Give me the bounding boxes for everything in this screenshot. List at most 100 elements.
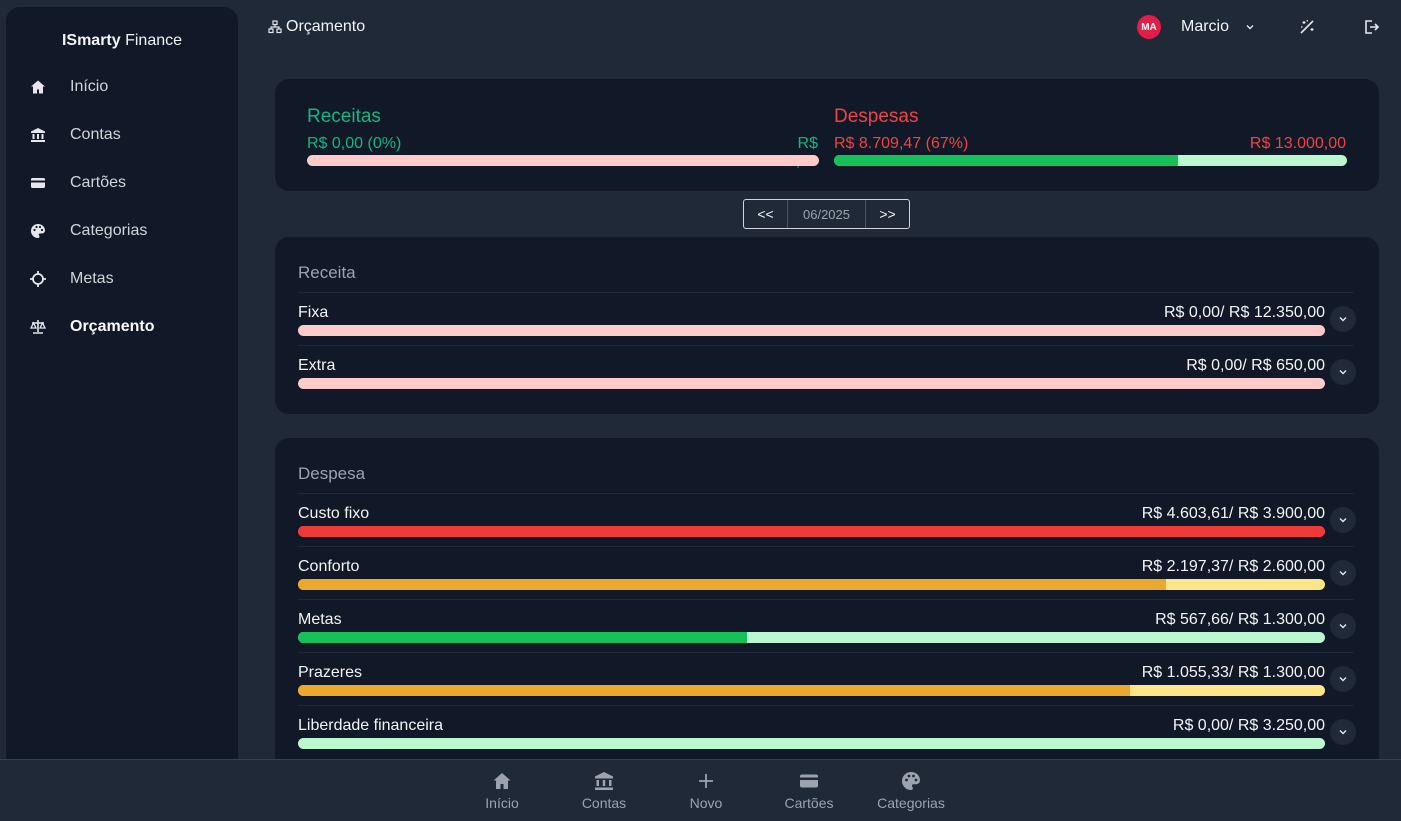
sidebar-item-orcamento[interactable]: Orçamento [6,307,238,347]
bottom-nav-item-novo[interactable]: Novo [661,760,751,821]
budget-row-progress [298,378,1325,389]
expand-row-button[interactable] [1330,507,1356,533]
chevron-down-icon [1339,624,1347,629]
budget-row-value: R$ 1.055,33/ R$ 1.300,00 [1141,664,1325,681]
sidebar-item-metas[interactable]: Metas [6,259,238,299]
budget-row-progress-fill [298,632,747,643]
row-divider [298,292,1354,293]
bottom-nav-label: Categorias [877,795,945,811]
month-pager: << 06/2025 >> [743,199,910,229]
magic-wand-icon[interactable] [1298,18,1316,36]
budget-row-name: Fixa [298,304,329,321]
sidebar-item-label: Metas [70,270,114,287]
expense-summary-current: R$ 8.709,47 (67%) [834,135,969,152]
budget-row-value: R$ 567,66/ R$ 1.300,00 [1155,611,1325,628]
budget-row-value: R$ 4.603,61/ R$ 3.900,00 [1141,505,1325,522]
expand-row-button[interactable] [1330,560,1356,586]
bottom-nav-item-categorias[interactable]: Categorias [866,760,956,821]
sidebar-item-label: Categorias [70,222,148,239]
expense-section: Despesa Custo fixo R$ 4.603,61/ R$ 3.900,… [275,438,1379,778]
plus-icon [699,774,713,788]
bottom-nav-label: Novo [689,795,723,811]
sidebar-item-contas[interactable]: Contas [6,115,238,155]
row-divider [298,705,1354,706]
bottom-nav-label: Início [485,795,519,811]
budget-row-progress-fill [298,685,1130,696]
budget-row-name: Metas [298,611,342,628]
budget-row-progress [298,579,1325,590]
home-icon [31,80,45,94]
expand-row-button[interactable] [1330,359,1356,385]
expand-row-button[interactable] [1330,306,1356,332]
budget-row-name: Liberdade financeira [298,717,443,734]
budget-row-progress [298,685,1325,696]
expand-row-button[interactable] [1330,666,1356,692]
user-menu[interactable]: Marcio [1181,18,1229,36]
budget-row-name: Prazeres [298,664,363,681]
expand-row-button[interactable] [1330,613,1356,639]
chevron-down-icon [1339,518,1347,523]
bottom-nav-label: Contas [581,795,627,811]
budget-row-progress [298,526,1325,537]
row-divider [298,345,1354,346]
logout-icon[interactable] [1362,18,1380,36]
chevron-down-icon [1339,730,1347,735]
page-title: Orçamento [286,18,366,35]
budget-row-progress-fill [298,526,1325,537]
chevron-down-icon [1339,317,1347,322]
budget-row-name: Extra [298,357,336,374]
bottom-nav-label: Cartões [784,795,834,811]
budget-row-progress [298,738,1325,749]
budget-row-value: R$ 0,00/ R$ 12.350,00 [1163,304,1325,321]
budget-row-value: R$ 0,00/ R$ 3.250,00 [1172,717,1325,734]
current-month: 06/2025 [787,200,866,228]
budget-row-name: Custo fixo [298,505,370,522]
chevron-down-icon [1339,370,1347,375]
credit-card-icon [31,178,45,188]
bottom-nav-item-inicio[interactable]: Início [457,760,547,821]
bank-icon [595,772,613,790]
credit-card-icon [800,774,818,788]
income-summary-progress [307,155,819,166]
budget-row-value: R$ 0,00/ R$ 650,00 [1186,357,1325,374]
sitemap-icon [268,20,282,34]
sidebar-item-label: Contas [70,126,121,143]
chevron-down-icon[interactable] [1244,21,1256,33]
brand-logo: ISmarty Finance [61,32,183,49]
palette-icon [31,224,45,238]
row-divider [298,652,1354,653]
expense-summary-title: Despesas [834,106,919,127]
bank-icon [31,128,45,142]
home-icon [493,773,511,789]
summary-card: Receitas R$ 0,00 (0%) R$ 13.000,00 Despe… [275,79,1379,191]
income-summary-title: Receitas [307,106,381,127]
expense-summary-target: R$ 13.000,00 [1249,135,1346,152]
section-title: Despesa [298,464,366,483]
bottom-nav-item-cartoes[interactable]: Cartões [764,760,854,821]
sidebar-item-categorias[interactable]: Categorias [6,211,238,251]
bottom-nav: Início Contas Novo Cartões Categorias [0,759,1401,821]
chevron-down-icon [1339,571,1347,576]
sidebar-item-inicio[interactable]: Início [6,67,238,107]
section-title: Receita [298,263,356,282]
crosshair-icon [30,271,46,287]
row-divider [298,546,1354,547]
chevron-down-icon [1339,677,1347,682]
next-month-button[interactable]: >> [866,200,909,228]
income-section: Receita Fixa R$ 0,00/ R$ 12.350,00 Extra R$… [275,237,1379,414]
bottom-nav-item-contas[interactable]: Contas [559,760,649,821]
avatar[interactable]: MA [1137,15,1161,39]
expense-summary-progress [834,155,1347,166]
sidebar-item-label: Cartões [70,174,127,191]
budget-row-progress [298,632,1325,643]
budget-row-progress [298,325,1325,336]
sidebar-item-label: Orçamento [70,318,155,335]
income-summary-current: R$ 0,00 (0%) [307,135,402,152]
row-divider [298,599,1354,600]
budget-row-value: R$ 2.197,37/ R$ 2.600,00 [1141,558,1325,575]
scale-icon [30,320,46,334]
prev-month-button[interactable]: << [744,200,787,228]
sidebar-item-label: Início [70,78,109,95]
expand-row-button[interactable] [1330,719,1356,745]
sidebar-item-cartoes[interactable]: Cartões [6,163,238,203]
